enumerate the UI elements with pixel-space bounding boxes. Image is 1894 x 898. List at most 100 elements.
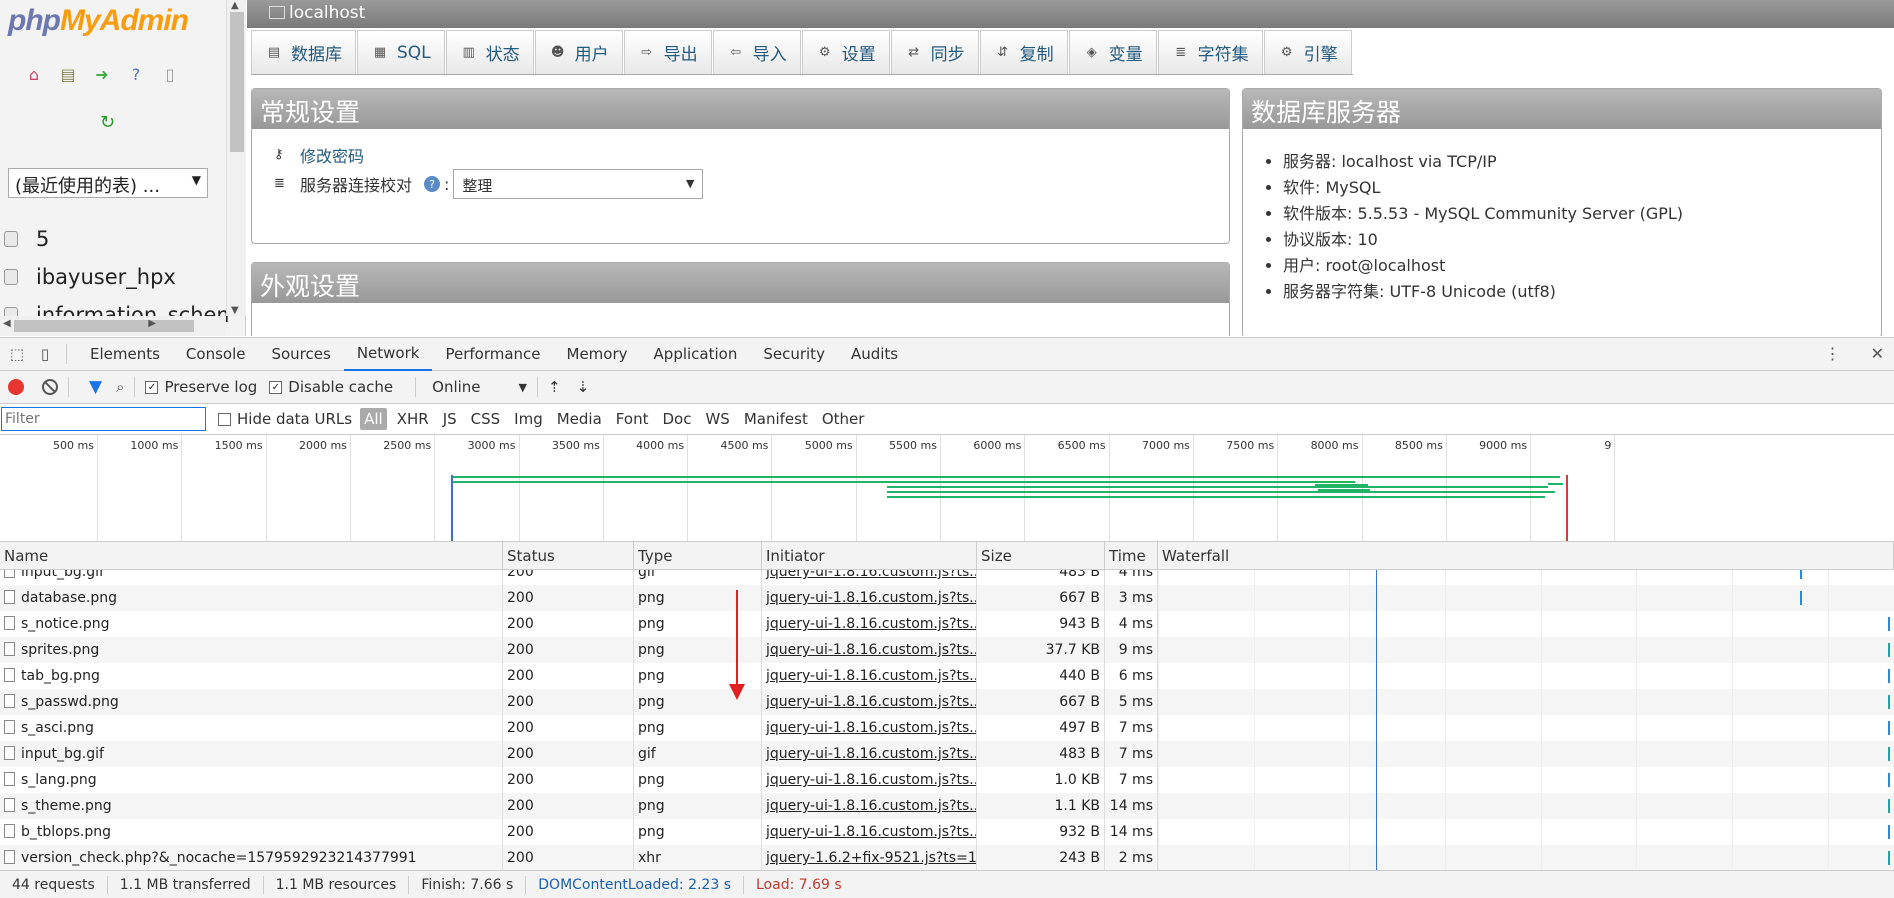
cell-initiator[interactable]: jquery-1.6.2+fix-9521.js?ts=1... [762, 845, 977, 870]
cell-initiator[interactable]: jquery-ui-1.8.16.custom.js?ts... [762, 819, 977, 845]
filter-type-all[interactable]: All [360, 408, 387, 430]
server-breadcrumb[interactable]: localhost [247, 0, 1894, 28]
devtools-tab-sources[interactable]: Sources [258, 338, 343, 371]
devtools-tab-network[interactable]: Network [343, 338, 433, 371]
cell-initiator[interactable]: jquery-ui-1.8.16.custom.js?ts... [762, 767, 977, 793]
device-toolbar-icon[interactable]: ▯ [34, 343, 56, 365]
filter-type-css[interactable]: CSS [467, 408, 505, 430]
devtools-tab-security[interactable]: Security [750, 338, 838, 371]
column-header-size[interactable]: Size [977, 542, 1105, 570]
filter-input[interactable] [1, 407, 206, 431]
tab-export[interactable]: ⇨ 导出 [623, 30, 712, 74]
tab-engine[interactable]: ⚙ 引擎 [1263, 30, 1352, 74]
database-icon[interactable]: ▤ [58, 64, 78, 84]
cell-initiator[interactable]: jquery-ui-1.8.16.custom.js?ts... [762, 793, 977, 819]
scrollbar-thumb[interactable] [230, 12, 244, 152]
devtools-tab-audits[interactable]: Audits [838, 338, 911, 371]
devtools-tab-application[interactable]: Application [641, 338, 751, 371]
devtools-tab-elements[interactable]: Elements [77, 338, 173, 371]
filter-icon[interactable]: ▼ [89, 377, 102, 397]
column-header-time[interactable]: Time [1105, 542, 1158, 570]
tab-settings[interactable]: ⚙ 设置 [801, 30, 890, 74]
tab-variables[interactable]: ◈ 变量 [1068, 30, 1157, 74]
status-requests: 44 requests [0, 875, 108, 894]
column-header-waterfall[interactable]: Waterfall [1158, 542, 1894, 570]
tab-database[interactable]: ▤ 数据库 [251, 30, 356, 74]
throttle-select[interactable]: Online ▼ [432, 378, 527, 396]
reload-icon[interactable]: ↻ [100, 112, 115, 133]
filter-type-other[interactable]: Other [818, 408, 869, 430]
database-item[interactable]: ibayuser_hpx [0, 258, 228, 296]
nav-horizontal-scrollbar[interactable]: ◀ ▶ [0, 316, 226, 336]
tab-status[interactable]: ▥ 状态 [445, 30, 534, 74]
hide-data-urls-checkbox[interactable] [218, 412, 231, 426]
cell-type-text: gif [638, 746, 656, 762]
phpmyadmin-logo[interactable]: phpMyAdmin [8, 4, 189, 38]
collation-row: ≣ 服务器连接校对?: 整理 ▼ [274, 169, 704, 199]
disable-cache-checkbox[interactable]: ✓ [269, 380, 283, 394]
filter-type-xhr[interactable]: XHR [393, 408, 433, 430]
scroll-left-icon[interactable]: ◀ [3, 318, 11, 329]
tab-sql[interactable]: ▦ SQL [357, 30, 445, 74]
filter-type-img[interactable]: Img [510, 408, 547, 430]
import-har-icon[interactable]: ⇡ [548, 378, 561, 396]
cell-initiator-text: jquery-ui-1.8.16.custom.js?ts... [766, 798, 977, 814]
devtools-tab-console[interactable]: Console [173, 338, 259, 371]
home-icon[interactable]: ⌂ [24, 64, 44, 84]
cell-initiator[interactable]: jquery-ui-1.8.16.custom.js?ts... [762, 715, 977, 741]
nav-vertical-scrollbar[interactable]: ▲ ▼ [226, 0, 246, 316]
collation-select[interactable]: 整理 ▼ [453, 169, 704, 199]
filter-type-manifest[interactable]: Manifest [740, 408, 812, 430]
search-icon[interactable]: ⌕ [116, 378, 124, 396]
column-header-initiator[interactable]: Initiator [762, 542, 977, 570]
devtools-tab-memory[interactable]: Memory [554, 338, 641, 371]
devtools-tab-performance[interactable]: Performance [432, 338, 553, 371]
cell-initiator[interactable]: jquery-ui-1.8.16.custom.js?ts... [762, 689, 977, 715]
filter-type-media[interactable]: Media [553, 408, 606, 430]
scrollbar-thumb[interactable] [14, 320, 194, 332]
cell-initiator-text: jquery-ui-1.8.16.custom.js?ts... [766, 642, 977, 658]
change-password-link[interactable]: 修改密码 [300, 143, 364, 167]
tab-import[interactable]: ⇦ 导入 [712, 30, 801, 74]
scroll-right-icon[interactable]: ▶ [148, 318, 156, 329]
recent-tables-select[interactable]: (最近使用的表) ... ▼ [8, 168, 208, 198]
tab-sync[interactable]: ⇄ 同步 [890, 30, 979, 74]
filter-type-js[interactable]: JS [439, 408, 461, 430]
scroll-down-icon[interactable]: ▼ [231, 305, 239, 316]
column-header-status[interactable]: Status [503, 542, 634, 570]
cell-initiator[interactable]: jquery-ui-1.8.16.custom.js?ts... [762, 663, 977, 689]
column-header-name[interactable]: Name [0, 542, 503, 570]
filter-type-font[interactable]: Font [612, 408, 653, 430]
cell-initiator-text: jquery-1.6.2+fix-9521.js?ts=1... [766, 850, 977, 866]
more-icon[interactable]: ⋮ [1825, 344, 1841, 363]
database-item[interactable]: 5 [0, 220, 228, 258]
tab-charset[interactable]: ≣ 字符集 [1157, 30, 1263, 74]
cell-initiator[interactable]: jquery-ui-1.8.16.custom.js?ts... [762, 741, 977, 767]
filter-type-doc[interactable]: Doc [658, 408, 695, 430]
filter-type-ws[interactable]: WS [701, 408, 733, 430]
cell-initiator[interactable]: jquery-ui-1.8.16.custom.js?ts... [762, 585, 977, 611]
cell-initiator[interactable]: jquery-ui-1.8.16.custom.js?ts... [762, 570, 977, 585]
cell-initiator[interactable]: jquery-ui-1.8.16.custom.js?ts... [762, 637, 977, 663]
timeline-tick: 2500 ms [383, 435, 436, 541]
logout-icon[interactable]: ➜ [92, 64, 112, 84]
docs-icon[interactable]: ▯ [160, 64, 180, 84]
cell-time: 6 ms [1105, 663, 1158, 689]
record-icon[interactable] [8, 379, 24, 395]
network-toolbar: ▼ ⌕ ✓ Preserve log ✓ Disable cache Online ▼… [0, 371, 1894, 404]
cell-initiator-text: jquery-ui-1.8.16.custom.js?ts... [766, 570, 977, 580]
inspect-icon[interactable]: ⬚ [6, 343, 28, 365]
waterfall-domcontentloaded-line [1376, 570, 1377, 870]
help-icon[interactable]: ? [424, 176, 441, 192]
tab-replication[interactable]: ⇵ 复制 [979, 30, 1068, 74]
clear-icon[interactable] [42, 379, 58, 395]
export-har-icon[interactable]: ⇣ [577, 378, 590, 396]
column-header-type[interactable]: Type [634, 542, 762, 570]
tab-users[interactable]: ☻ 用户 [534, 30, 623, 74]
timeline-tick: 5000 ms [805, 435, 857, 541]
preserve-log-checkbox[interactable]: ✓ [145, 380, 159, 394]
scroll-up-icon[interactable]: ▲ [231, 0, 239, 11]
cell-initiator[interactable]: jquery-ui-1.8.16.custom.js?ts... [762, 611, 977, 637]
close-icon[interactable]: ✕ [1871, 344, 1884, 363]
help-icon[interactable]: ? [126, 64, 146, 84]
